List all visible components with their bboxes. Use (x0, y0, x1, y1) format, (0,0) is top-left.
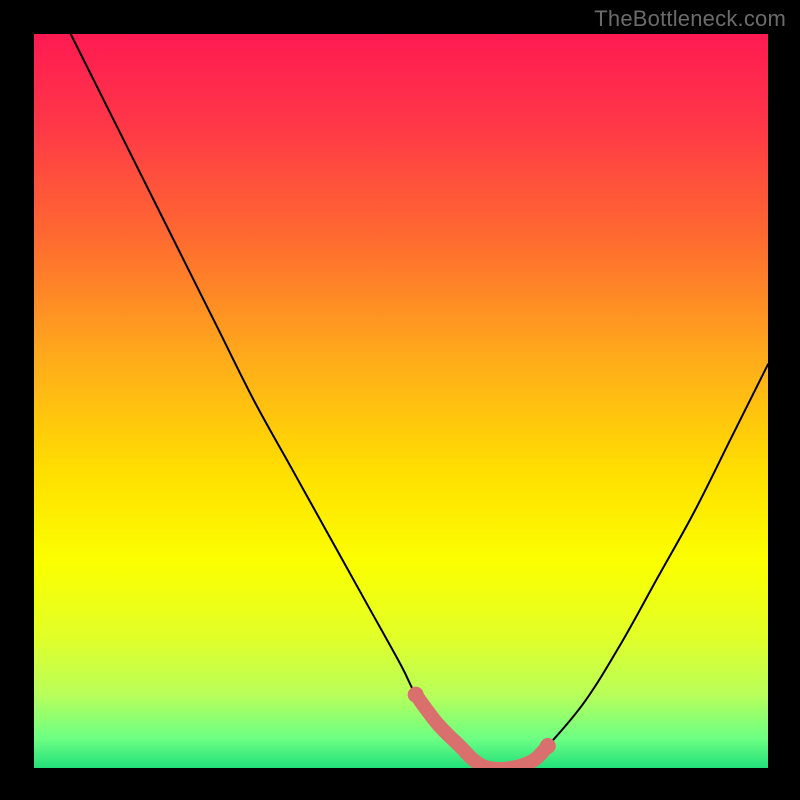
highlight-end-dot (540, 738, 556, 754)
chart-frame: TheBottleneck.com (0, 0, 800, 800)
gradient-background (34, 34, 768, 768)
chart-svg (34, 34, 768, 768)
plot-area (34, 34, 768, 768)
highlight-start-dot (408, 687, 424, 703)
watermark-text: TheBottleneck.com (594, 6, 786, 32)
